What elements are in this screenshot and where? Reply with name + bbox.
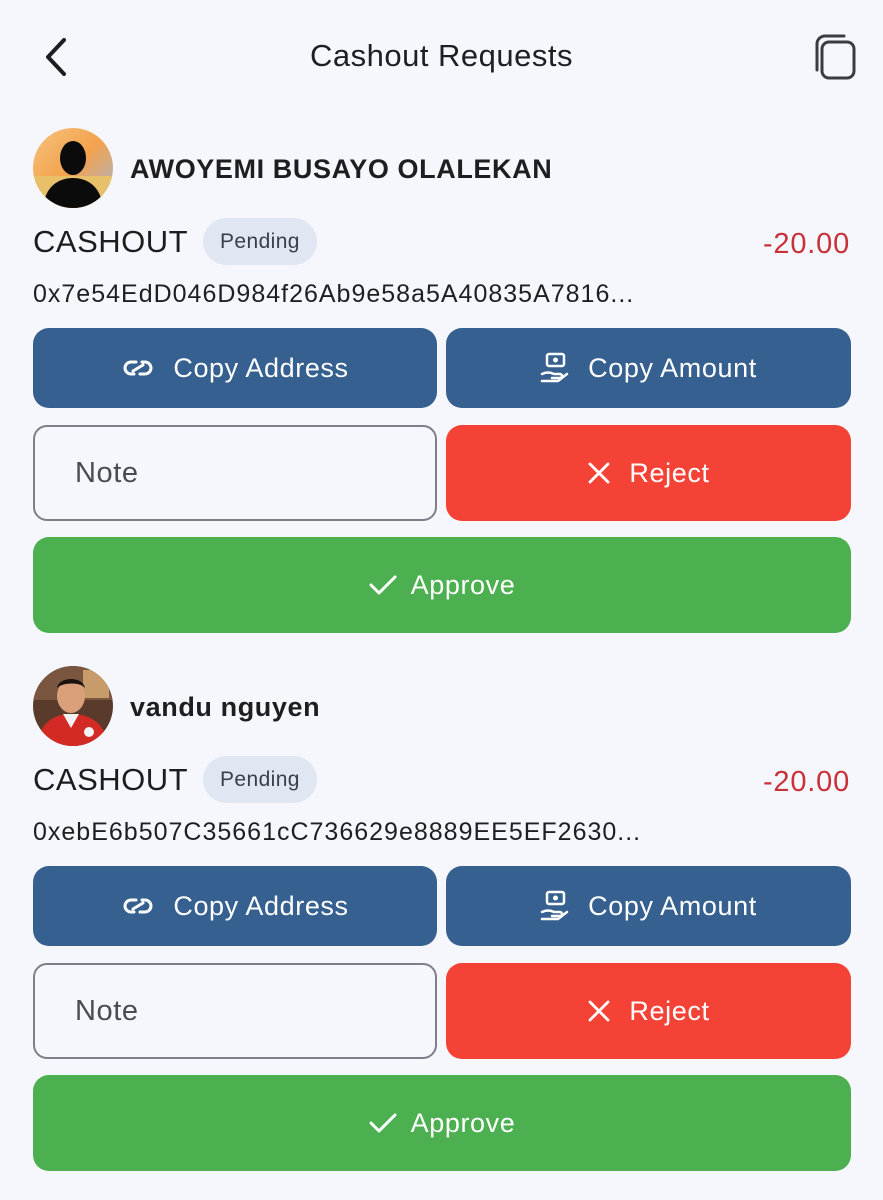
transaction-type: CASHOUT: [33, 762, 189, 797]
close-icon: [587, 999, 611, 1023]
copy-address-label: Copy Address: [173, 352, 349, 383]
approve-button[interactable]: Approve: [33, 537, 851, 633]
approve-label: Approve: [410, 1107, 516, 1138]
copy-all-button[interactable]: [808, 32, 860, 84]
note-input[interactable]: [33, 425, 437, 521]
copy-amount-label: Copy Amount: [588, 352, 757, 383]
cashout-request-card: vandu nguyen CASHOUT Pending -20.00 0xeb…: [0, 666, 883, 1186]
status-badge: Pending: [203, 218, 317, 265]
avatar: [33, 128, 113, 208]
reject-label: Reject: [629, 995, 710, 1026]
wallet-address: 0xebE6b507C35661cC736629e8889EE5EF2630..…: [33, 818, 642, 846]
check-icon: [369, 574, 397, 596]
approve-label: Approve: [410, 569, 516, 600]
cashout-request-card: AWOYEMI BUSAYO OLALEKAN CASHOUT Pending …: [0, 128, 883, 648]
note-input[interactable]: [33, 963, 437, 1059]
copy-amount-button[interactable]: Copy Amount: [446, 866, 851, 946]
copy-address-button[interactable]: Copy Address: [33, 328, 437, 408]
hand-money-icon: [540, 352, 570, 384]
reject-button[interactable]: Reject: [446, 425, 851, 521]
page-title: Cashout Requests: [309, 38, 574, 73]
copy-amount-label: Copy Amount: [588, 890, 757, 921]
copy-address-label: Copy Address: [173, 890, 349, 921]
status-badge: Pending: [203, 756, 317, 803]
check-icon: [369, 1112, 397, 1134]
reject-button[interactable]: Reject: [446, 963, 851, 1059]
approve-button[interactable]: Approve: [33, 1075, 851, 1171]
app-header: Cashout Requests: [0, 0, 883, 112]
amount: -20.00: [762, 228, 850, 260]
hand-money-icon: [540, 890, 570, 922]
transaction-type: CASHOUT: [33, 224, 189, 259]
amount: -20.00: [762, 766, 850, 798]
avatar: [33, 666, 113, 746]
wallet-address: 0x7e54EdD046D984f26Ab9e58a5A40835A7816..…: [33, 280, 635, 308]
user-name: AWOYEMI BUSAYO OLALEKAN: [130, 154, 553, 184]
close-icon: [587, 461, 611, 485]
link-icon: [121, 894, 155, 918]
user-name: vandu nguyen: [130, 692, 321, 722]
copy-amount-button[interactable]: Copy Amount: [446, 328, 851, 408]
reject-label: Reject: [629, 457, 710, 488]
copy-address-button[interactable]: Copy Address: [33, 866, 437, 946]
copy-icon: [815, 34, 856, 80]
link-icon: [121, 356, 155, 380]
